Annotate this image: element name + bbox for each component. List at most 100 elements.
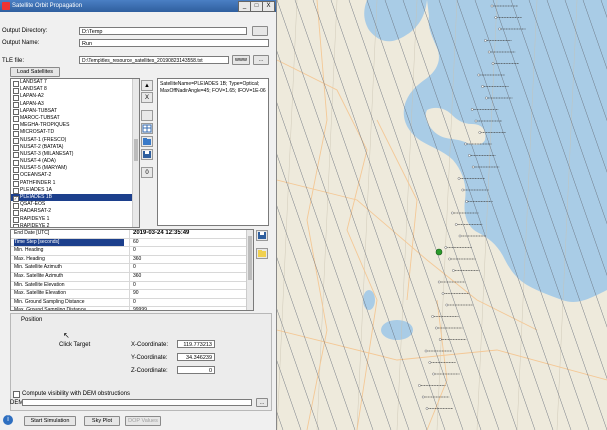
grid-icon[interactable] — [141, 123, 153, 134]
dem-browse-button[interactable]: ... — [256, 398, 268, 407]
orbit-point-marker[interactable] — [437, 280, 441, 284]
satellite-list-item[interactable]: NUSAT-3 (MILANESAT) — [11, 151, 139, 159]
property-value[interactable]: 360 — [129, 255, 249, 264]
satellite-list-item[interactable]: RADARSAT-2 — [11, 208, 139, 216]
orbit-point-marker[interactable] — [454, 223, 458, 226]
orbit-point-marker[interactable] — [425, 407, 429, 410]
satellite-list-item[interactable]: RAPIDEYE 2 — [11, 223, 139, 227]
orbit-point-marker[interactable] — [424, 349, 428, 353]
title-bar[interactable]: Satellite Orbit Propagation _ □ X — [0, 0, 276, 12]
property-row[interactable]: Min. Satellite Azimuth 0 — [11, 264, 253, 273]
dem-input[interactable] — [22, 399, 252, 406]
www-button[interactable]: www — [232, 55, 250, 65]
orbit-point-marker[interactable] — [431, 315, 434, 318]
satellite-checkbox[interactable] — [13, 224, 19, 227]
property-row[interactable]: Max. Satellite Elevation 90 — [11, 290, 253, 299]
orbit-point-marker[interactable] — [478, 131, 482, 134]
output-directory-input[interactable]: D:\Temp — [79, 27, 247, 35]
property-value[interactable]: 0 — [129, 281, 249, 290]
save-settings-icon[interactable] — [256, 230, 268, 241]
remove-button[interactable]: X — [141, 92, 153, 103]
satellite-list-item[interactable]: LAPAN-TUBSAT — [11, 108, 139, 116]
orbit-point-marker[interactable] — [491, 62, 495, 65]
orbit-point-marker[interactable] — [485, 96, 488, 100]
close-button[interactable]: X — [262, 1, 275, 12]
property-value[interactable]: 2019-03-24 12:35:49 — [129, 230, 249, 238]
satellite-list-item[interactable]: LANDSAT 8 — [11, 86, 139, 94]
satellite-list-scrollbar[interactable] — [132, 79, 139, 227]
zero-button[interactable]: 0 — [141, 167, 153, 178]
satellite-list-item[interactable]: OCEANSAT-2 — [11, 172, 139, 180]
property-value[interactable]: 99999 — [129, 307, 249, 310]
satellite-list-item[interactable]: ✓ PLEIADES 1B — [11, 194, 139, 202]
dem-checkbox[interactable] — [13, 391, 20, 398]
load-satellites-button[interactable]: Load Satellites — [10, 67, 60, 77]
satellite-list-item[interactable]: NUSAT-1 (FRESCO) — [11, 137, 139, 144]
orbit-point-marker[interactable] — [468, 154, 471, 157]
orbit-point-marker[interactable] — [448, 257, 451, 261]
blank-tool-button[interactable] — [141, 110, 153, 121]
browse-tle-button[interactable]: ... — [253, 55, 269, 65]
orbit-point-marker[interactable] — [421, 395, 425, 399]
satellite-list-item[interactable]: MAROC-TUBSAT — [11, 115, 139, 123]
move-up-button[interactable]: ▲ — [141, 80, 153, 91]
orbit-point-marker[interactable] — [451, 211, 454, 215]
tle-file-input[interactable]: D:\Temp\tles_resource_satellites_2019082… — [79, 56, 229, 64]
orbit-point-marker[interactable] — [452, 269, 455, 272]
scrollbar-thumb[interactable] — [134, 139, 138, 161]
browse-output-directory-button[interactable] — [252, 26, 268, 36]
satellite-list-item[interactable]: PATHFINDER 1 — [11, 180, 139, 188]
satellite-list-item[interactable]: PLEIADES 1A — [11, 187, 139, 195]
property-row[interactable]: Time Step [seconds] 60 — [11, 238, 253, 248]
property-value[interactable]: 60 — [129, 238, 249, 247]
click-target-marker[interactable] — [435, 248, 443, 256]
save-icon[interactable] — [141, 149, 153, 160]
property-row[interactable]: Min. Satellite Elevation 0 — [11, 281, 253, 291]
property-row[interactable]: Max. Satellite Azimuth 360 — [11, 272, 253, 282]
property-grid[interactable]: End Date [UTC] 2019-03-24 12:35:49 Time St… — [10, 229, 254, 311]
satellite-list-item[interactable]: LAPAN-A3 — [11, 101, 139, 109]
property-value[interactable]: 0 — [129, 298, 249, 307]
orbit-point-marker[interactable] — [444, 246, 448, 249]
satellite-list-item[interactable]: MEGHA-TROPIQUES — [11, 122, 139, 130]
orbit-point-marker[interactable] — [494, 16, 498, 19]
orbit-point-marker[interactable] — [470, 108, 474, 111]
property-value[interactable]: 0 — [129, 264, 249, 272]
satellite-list-item[interactable]: QSAT-EOS — [11, 201, 139, 209]
sky-plot-button[interactable]: Sky Plot — [84, 416, 120, 426]
orbit-point-marker[interactable] — [474, 119, 478, 123]
orbit-point-marker[interactable] — [457, 177, 461, 180]
satellite-list[interactable]: LANDSAT 7 LANDSAT 8 LAPAN-A2 LAPAN-A3 LAPAN-… — [10, 78, 140, 228]
orbit-point-marker[interactable] — [464, 142, 467, 146]
map-canvas[interactable] — [277, 0, 607, 430]
orbit-point-marker[interactable] — [490, 4, 494, 8]
satellite-list-item[interactable]: NUSAT-4 (ADA) — [11, 158, 139, 166]
property-value[interactable]: 90 — [129, 290, 249, 298]
satellite-list-item[interactable]: NUSAT-2 (BATATA) — [11, 144, 139, 152]
satellite-list-item[interactable]: RAPIDEYE 1 — [11, 216, 139, 224]
orbit-point-marker[interactable] — [438, 338, 442, 341]
orbit-point-marker[interactable] — [428, 361, 432, 364]
orbit-point-marker[interactable] — [441, 292, 445, 295]
property-grid-scrollbar[interactable] — [246, 230, 253, 310]
orbit-point-marker[interactable] — [487, 50, 491, 54]
satellite-list-item[interactable]: LAPAN-A2 — [11, 93, 139, 101]
y-coordinate-input[interactable]: 34.346239 — [177, 353, 215, 361]
orbit-point-marker[interactable] — [432, 372, 435, 376]
info-icon[interactable]: i — [3, 415, 13, 425]
click-target-label[interactable]: Click Target — [59, 342, 90, 348]
orbit-point-marker[interactable] — [477, 73, 481, 77]
property-value[interactable]: 360 — [129, 272, 249, 281]
orbit-point-marker[interactable] — [484, 39, 487, 42]
property-value[interactable]: 0 — [129, 247, 249, 255]
orbit-point-marker[interactable] — [418, 384, 421, 387]
map-view[interactable] — [277, 0, 607, 430]
orbit-point-marker[interactable] — [445, 303, 449, 307]
satellite-list-item[interactable]: LANDSAT 7 — [11, 79, 139, 87]
property-row[interactable]: Min. Heading 0 — [11, 247, 253, 256]
orbit-point-marker[interactable] — [435, 326, 438, 330]
orbit-point-marker[interactable] — [498, 27, 501, 31]
output-name-input[interactable]: Run — [79, 39, 269, 47]
property-scrollbar-thumb[interactable] — [248, 236, 252, 280]
z-coordinate-input[interactable]: 0 — [177, 366, 215, 374]
